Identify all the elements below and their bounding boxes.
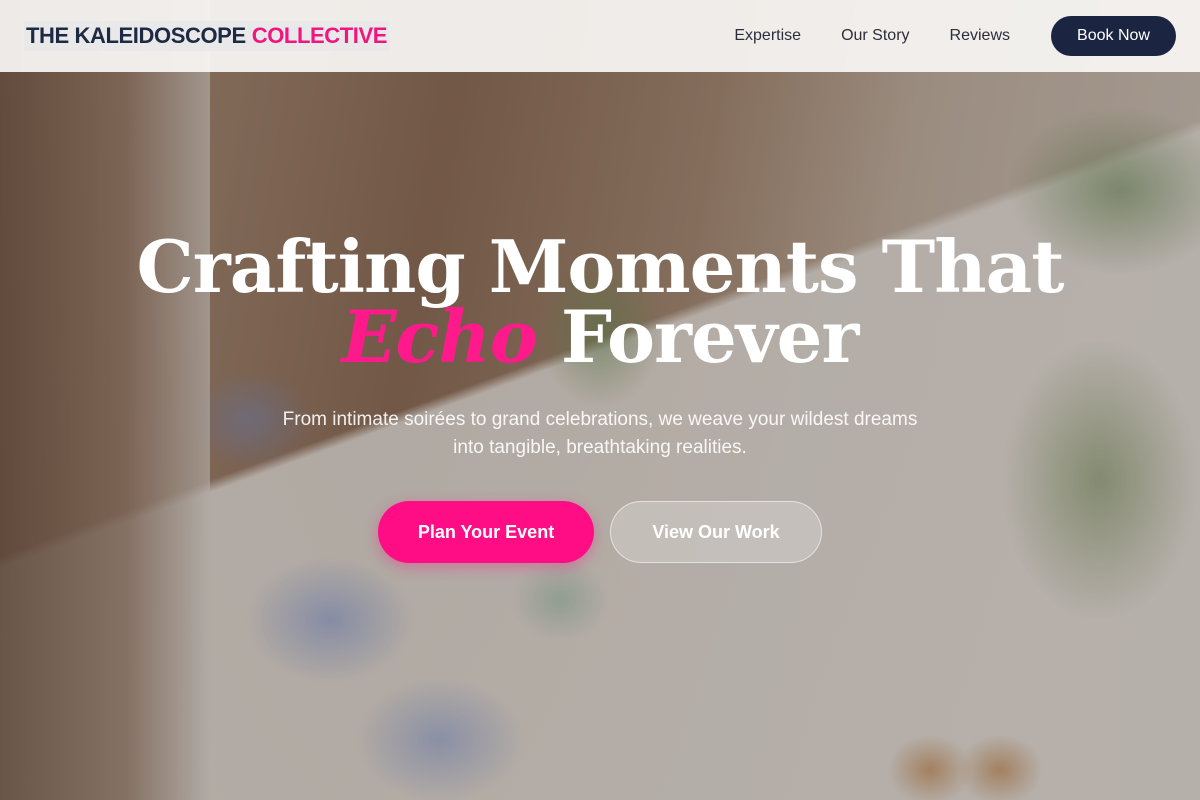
brand-name-accent: COLLECTIVE — [251, 23, 388, 48]
hero-section: Crafting Moments That Echo Forever From … — [0, 72, 1200, 800]
nav-links: Expertise Our Story Reviews Book Now — [734, 16, 1176, 56]
nav-link-reviews[interactable]: Reviews — [950, 27, 1010, 45]
hero-subtitle: From intimate soirées to grand celebrati… — [282, 409, 918, 458]
top-navbar: THE KALEIDOSCOPE COLLECTIVE Expertise Ou… — [0, 0, 1200, 72]
hero-headline: Crafting Moments That Echo Forever — [0, 224, 1200, 373]
headline-line-2: Echo Forever — [0, 301, 1200, 373]
view-our-work-button[interactable]: View Our Work — [610, 501, 822, 563]
plan-your-event-button[interactable]: Plan Your Event — [378, 501, 594, 563]
brand-name-primary: THE KALEIDOSCOPE — [26, 23, 246, 48]
headline-line-1: Crafting Moments That — [136, 224, 1065, 309]
headline-line-2-rest: Forever — [560, 294, 860, 379]
headline-accent-word: Echo — [341, 294, 538, 379]
nav-link-expertise[interactable]: Expertise — [734, 27, 801, 45]
book-now-button[interactable]: Book Now — [1051, 16, 1176, 56]
brand-logo[interactable]: THE KALEIDOSCOPE COLLECTIVE — [24, 21, 390, 51]
nav-link-our-story[interactable]: Our Story — [841, 27, 909, 45]
hero-cta-row: Plan Your Event View Our Work — [0, 501, 1200, 563]
